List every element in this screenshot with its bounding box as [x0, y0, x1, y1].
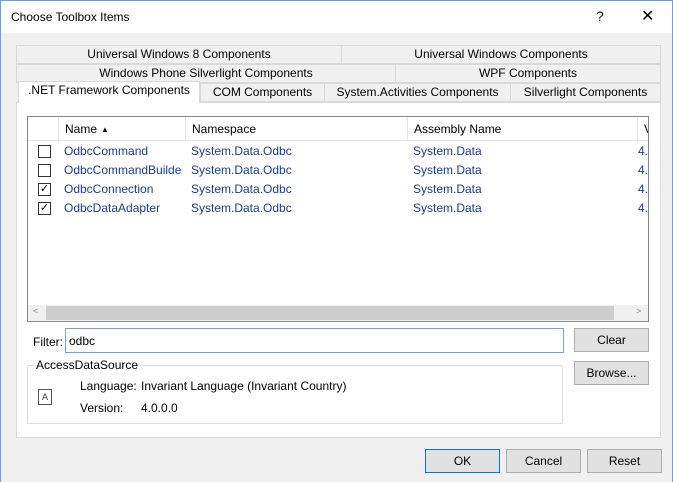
language-label: Language:	[80, 379, 137, 393]
row-assembly: System.Data	[413, 201, 482, 215]
table-row[interactable]: ✓ OdbcDataAdapter System.Data.Odbc Syste…	[28, 199, 648, 218]
tab-silverlight-components[interactable]: Silverlight Components	[510, 83, 661, 102]
row-version: 4.	[638, 163, 648, 177]
filter-input[interactable]	[65, 328, 564, 353]
scroll-right-icon[interactable]: >	[636, 306, 641, 316]
version-value: 4.0.0.0	[141, 401, 178, 415]
scroll-left-icon[interactable]: <	[33, 306, 38, 316]
ok-button[interactable]: OK	[425, 449, 500, 473]
row-name: OdbcCommand	[64, 144, 149, 158]
title-bar: Choose Toolbox Items ? ✕	[1, 1, 672, 33]
column-assembly-label: Assembly Name	[414, 122, 502, 136]
column-header-name[interactable]: Name ▲	[58, 117, 186, 141]
tab-net-framework-components[interactable]: .NET Framework Components	[18, 81, 200, 103]
table-row[interactable]: ✓ OdbcConnection System.Data.Odbc System…	[28, 180, 648, 199]
details-group	[27, 365, 563, 424]
row-name: OdbcCommandBuilder	[64, 163, 181, 177]
tab-system-activities-components[interactable]: System.Activities Components	[324, 83, 511, 102]
row-assembly: System.Data	[413, 182, 482, 196]
row-checkbox[interactable]	[38, 145, 51, 158]
row-checkbox[interactable]: ✓	[38, 183, 51, 196]
row-namespace: System.Data.Odbc	[191, 144, 292, 158]
row-assembly: System.Data	[413, 144, 482, 158]
row-name: OdbcDataAdapter	[64, 201, 161, 215]
column-header-version[interactable]: Ve	[637, 117, 648, 141]
row-version: 4.	[638, 144, 648, 158]
row-version: 4.	[638, 201, 648, 215]
clear-button[interactable]: Clear	[574, 328, 649, 352]
column-header-namespace[interactable]: Namespace	[185, 117, 408, 141]
tab-com-components[interactable]: COM Components	[200, 83, 325, 102]
close-icon[interactable]: ✕	[641, 6, 654, 26]
table-row[interactable]: OdbcCommandBuilder System.Data.Odbc Syst…	[28, 161, 648, 180]
components-list[interactable]: Name▲ Namespace Assembly Name Ve OdbcCom…	[27, 116, 649, 322]
filter-label: Filter:	[33, 335, 63, 349]
window-title: Choose Toolbox Items	[11, 10, 130, 24]
choose-toolbox-items-dialog: Choose Toolbox Items ? ✕ Universal Windo…	[0, 0, 673, 482]
row-version: 4.	[638, 182, 648, 196]
component-icon: A	[38, 389, 52, 405]
column-namespace-label: Namespace	[192, 122, 257, 136]
tab-wpf-components[interactable]: WPF Components	[395, 64, 661, 83]
row-namespace: System.Data.Odbc	[191, 182, 292, 196]
scrollbar-thumb[interactable]	[46, 306, 614, 320]
table-row[interactable]: OdbcCommand System.Data.Odbc System.Data…	[28, 142, 648, 161]
help-icon[interactable]: ?	[596, 8, 604, 24]
tab-universal-windows-8-components[interactable]: Universal Windows 8 Components	[16, 45, 342, 64]
sort-ascending-icon: ▲	[101, 125, 109, 134]
language-value: Invariant Language (Invariant Country)	[141, 379, 347, 393]
row-assembly: System.Data	[413, 163, 482, 177]
details-title: AccessDataSource	[34, 358, 141, 372]
reset-button[interactable]: Reset	[587, 449, 662, 473]
list-header: Name▲ Namespace Assembly Name Ve	[28, 117, 648, 141]
row-namespace: System.Data.Odbc	[191, 201, 292, 215]
row-name: OdbcConnection	[64, 182, 154, 196]
column-header-assembly-name[interactable]: Assembly Name	[407, 117, 638, 141]
tab-universal-windows-components[interactable]: Universal Windows Components	[341, 45, 661, 64]
cancel-button[interactable]: Cancel	[506, 449, 581, 473]
row-checkbox[interactable]	[38, 164, 51, 177]
column-version-label: Ve	[644, 122, 648, 136]
version-label: Version:	[80, 401, 124, 415]
browse-button[interactable]: Browse...	[574, 361, 649, 385]
column-name-label: Name	[65, 122, 98, 136]
row-namespace: System.Data.Odbc	[191, 163, 292, 177]
row-checkbox[interactable]: ✓	[38, 202, 51, 215]
horizontal-scrollbar[interactable]: < >	[28, 305, 648, 321]
